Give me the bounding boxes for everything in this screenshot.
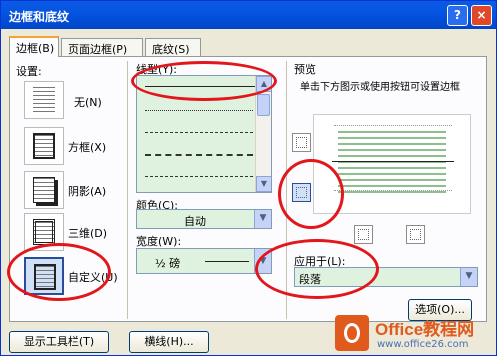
line-dash-dot[interactable] [145, 176, 253, 177]
setting-shadow-label: 阴影(A) [68, 185, 107, 198]
watermark-logo: Office教程网 www.office26.com [331, 311, 491, 355]
width-sample-line [205, 261, 249, 262]
left-border-button[interactable] [354, 225, 373, 244]
tab-shading[interactable]: 底纹(S) [145, 38, 201, 56]
preview-paragraph-lines [338, 131, 446, 193]
highlight-circle [7, 243, 111, 301]
highlight-circle [278, 159, 344, 229]
width-value: ½ 磅 [155, 257, 181, 270]
chevron-down-icon[interactable]: ▼ [254, 210, 271, 228]
watermark-url: www.office26.com [377, 339, 469, 350]
setting-shadow-icon [33, 177, 55, 203]
watermark-brand: Office教程网 [375, 320, 475, 339]
window-title: 边框和底纹 [9, 10, 70, 24]
show-toolbar-button[interactable]: 显示工具栏(T) [9, 331, 109, 353]
setting-box-label: 方框(X) [68, 141, 107, 154]
top-border-button[interactable] [292, 133, 311, 152]
preview-inside-border [332, 161, 454, 162]
setting-box-icon [33, 133, 55, 159]
tab-borders[interactable]: 边框(B) [9, 36, 59, 57]
preview-hint: 单击下方图示或使用按钮可设置边框 [300, 82, 460, 93]
title-bar: 边框和底纹 ? × [1, 1, 496, 29]
color-value: 自动 [184, 215, 206, 228]
setting-none-icon [33, 87, 55, 113]
color-dropdown[interactable]: 自动 ▼ [136, 209, 272, 229]
line-dotted[interactable] [145, 110, 253, 111]
right-border-button[interactable] [406, 225, 425, 244]
line-dashed-long[interactable] [145, 154, 253, 156]
preview-heading: 预览 [294, 63, 316, 76]
setting-none-label: 无(N) [74, 96, 102, 109]
setting-shadow-button[interactable] [24, 171, 64, 209]
setting-3d-label: 三维(D) [68, 227, 108, 240]
help-button[interactable]: ? [447, 5, 468, 26]
setting-none-button[interactable] [24, 81, 64, 119]
highlight-circle [255, 239, 379, 299]
chevron-down-icon[interactable]: ▼ [460, 268, 477, 286]
right-border-icon [410, 229, 421, 240]
width-label: 宽度(W): [136, 235, 182, 248]
close-button[interactable]: × [471, 5, 492, 26]
settings-heading: 设置: [16, 65, 42, 78]
horizontal-line-button[interactable]: 横线(H)... [129, 331, 209, 353]
width-dropdown[interactable]: ½ 磅 ▼ [136, 248, 272, 274]
office-logo-icon [335, 315, 369, 351]
scroll-down-icon[interactable]: ▼ [256, 176, 271, 192]
scroll-thumb[interactable] [257, 94, 270, 116]
left-border-icon [358, 229, 369, 240]
top-border-icon [296, 137, 307, 148]
line-dashed-short[interactable] [145, 132, 253, 133]
setting-box-button[interactable] [24, 127, 64, 165]
setting-3d-icon [33, 219, 55, 245]
tab-page-border[interactable]: 页面边框(P) [61, 38, 143, 56]
highlight-circle [131, 61, 277, 101]
divider [127, 61, 128, 319]
borders-shading-dialog: 边框和底纹 ? × 边框(B) 页面边框(P) 底纹(S) 设置: 无(N) 方… [0, 0, 497, 356]
